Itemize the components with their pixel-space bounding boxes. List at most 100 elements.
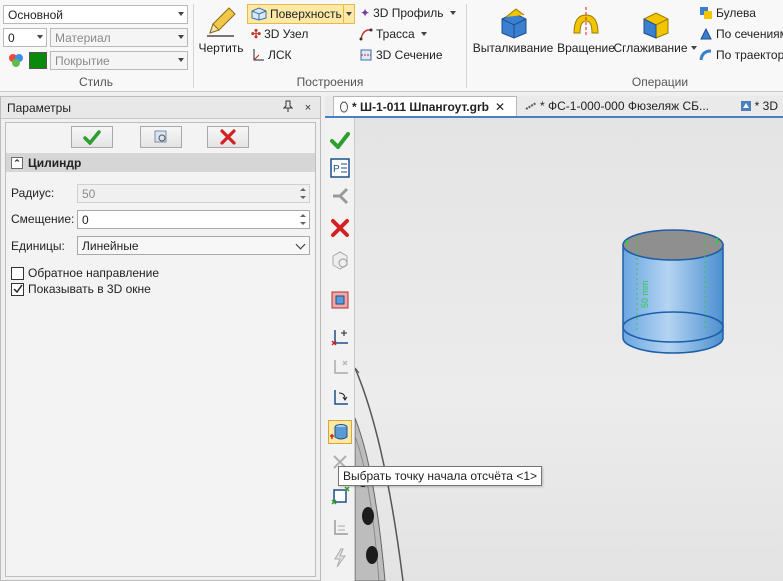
by-path-button[interactable]: По траектор: [699, 48, 783, 62]
style-combo[interactable]: Основной: [3, 5, 188, 24]
section3d-button[interactable]: 3D Сечение: [359, 48, 443, 62]
profile3d-label: 3D Профиль: [373, 6, 444, 20]
coating-combo[interactable]: Покрытие: [50, 51, 188, 70]
rotate-icon: [573, 7, 599, 37]
ribbon-separator: [466, 4, 467, 88]
document-part-icon: [340, 101, 348, 112]
tooltip: Выбрать точку начала отсчёта <1>: [338, 466, 543, 486]
offset-label: Смещение:: [11, 212, 75, 226]
cancel-command-button[interactable]: [328, 216, 352, 240]
tab-3d[interactable]: * 3D: [735, 96, 783, 116]
boolean-button[interactable]: Булева: [699, 6, 756, 20]
svg-text:P: P: [333, 164, 340, 175]
pencil-icon: [207, 7, 236, 37]
smooth-icon: [643, 12, 669, 39]
lightning-icon: [334, 548, 346, 568]
radius-spinner[interactable]: [298, 186, 308, 201]
axis-x-button[interactable]: [328, 326, 352, 350]
close-icon[interactable]: ×: [300, 100, 316, 116]
axis-disabled-button[interactable]: [328, 356, 352, 380]
layer-combo[interactable]: 0: [3, 28, 47, 47]
smooth-label: Сглаживание: [613, 41, 688, 55]
frame-hole: [366, 546, 378, 564]
command-toolbar: P: [325, 118, 355, 581]
extrude-label: Выталкивание: [472, 41, 554, 55]
extrude-button[interactable]: Выталкивание: [472, 5, 554, 55]
show3d-checkbox[interactable]: Показывать в 3D окне: [11, 282, 151, 296]
style-combo-value: Основной: [8, 8, 64, 22]
tab-shpangout[interactable]: * Ш-1-011 Шпангоут.grb ✕: [333, 96, 517, 116]
scene-canvas[interactable]: 50 mm: [355, 118, 783, 581]
branch-button[interactable]: [328, 184, 352, 208]
rotate-button[interactable]: Вращение: [556, 5, 616, 55]
preview-button[interactable]: [140, 126, 182, 148]
axis-rotate-icon: [334, 390, 348, 405]
node3d-button[interactable]: ✣ 3D Узел: [251, 27, 308, 41]
parameters-panel: Параметры × ⌃ Цилиндр Радиус: 50 Смещени…: [0, 96, 321, 581]
profile3d-icon: ✦: [360, 6, 371, 20]
lightning-button[interactable]: [328, 546, 352, 570]
draw-button[interactable]: Чертить: [197, 5, 245, 55]
material-combo[interactable]: Материал: [50, 28, 188, 47]
radius-input[interactable]: 50: [77, 184, 310, 203]
sweep-icon: [699, 49, 712, 61]
reverse-checkbox[interactable]: Обратное направление: [11, 266, 159, 280]
cylinder-section-header[interactable]: ⌃ Цилиндр: [6, 153, 315, 172]
color-palette-icon[interactable]: [8, 52, 24, 68]
offset-spinner[interactable]: [298, 212, 308, 227]
cylinder-preview[interactable]: 50 mm: [622, 229, 724, 354]
apply-button[interactable]: [328, 128, 352, 152]
ok-button[interactable]: [71, 126, 113, 148]
3d-doc-icon: [741, 101, 751, 111]
collapse-icon[interactable]: ⌃: [11, 156, 23, 169]
extrude-icon: [501, 8, 527, 39]
section3d-label: 3D Сечение: [376, 48, 443, 62]
section-title: Цилиндр: [28, 155, 82, 170]
cancel-button[interactable]: [207, 126, 249, 148]
checkmark-icon: [330, 132, 350, 149]
rotate-axis-button[interactable]: [328, 386, 352, 410]
style-group-label: Стиль: [78, 75, 114, 89]
color-swatch[interactable]: [29, 52, 47, 69]
dimension-label: 50 mm: [640, 280, 650, 308]
show3d-checkbox-box[interactable]: [11, 282, 24, 296]
rotate-label: Вращение: [557, 41, 615, 55]
radius-value: 50: [82, 187, 96, 201]
tab-close-icon[interactable]: ✕: [495, 100, 505, 114]
coating-placeholder: Покрытие: [55, 54, 110, 68]
by-path-label: По траектор: [716, 48, 783, 62]
radius-label: Радиус:: [11, 186, 55, 200]
preview-toggle-button[interactable]: [328, 248, 352, 272]
panel-title: Параметры: [7, 100, 71, 115]
assembly-icon: [525, 102, 537, 110]
tab-fuselage[interactable]: * ФС-1-000-000 Фюзеляж СБ...: [520, 96, 730, 116]
reverse-checkbox-box[interactable]: [11, 266, 24, 280]
boolean-label: Булева: [716, 6, 756, 20]
offset-axis-button[interactable]: [328, 516, 352, 540]
cylinder-object-button[interactable]: [328, 288, 352, 312]
by-sections-button[interactable]: По сечениям: [699, 27, 783, 41]
path-label: Трасса: [376, 27, 415, 41]
ops-group-label: Операции: [631, 75, 689, 89]
offset-input[interactable]: 0: [77, 210, 310, 229]
path-button[interactable]: Трасса: [359, 27, 427, 41]
offset-value: 0: [82, 213, 89, 227]
profile3d-button[interactable]: ✦ 3D Профиль: [360, 6, 456, 20]
tab-label: * ФС-1-000-000 Фюзеляж СБ...: [540, 99, 710, 113]
chevron-down-icon: [295, 239, 306, 250]
material-placeholder: Материал: [55, 31, 111, 45]
3d-viewport[interactable]: 50 mm: [355, 118, 783, 581]
smooth-button[interactable]: Сглаживание: [613, 5, 697, 55]
cylinder-point-icon: [330, 424, 348, 440]
units-select[interactable]: Линейные: [77, 236, 310, 255]
params-window-button[interactable]: P: [328, 156, 352, 180]
show3d-label: Показывать в 3D окне: [28, 282, 151, 296]
panel-header: Параметры ×: [1, 97, 320, 119]
surface-button[interactable]: Поверхность: [247, 4, 346, 24]
lcs-button[interactable]: ЛСК: [251, 48, 292, 62]
select-point-button[interactable]: [328, 484, 352, 508]
origin-point-button[interactable]: [328, 420, 352, 444]
pin-icon[interactable]: [280, 100, 296, 116]
node3d-icon: ✣: [251, 27, 262, 41]
surface-dropdown[interactable]: [343, 4, 355, 24]
